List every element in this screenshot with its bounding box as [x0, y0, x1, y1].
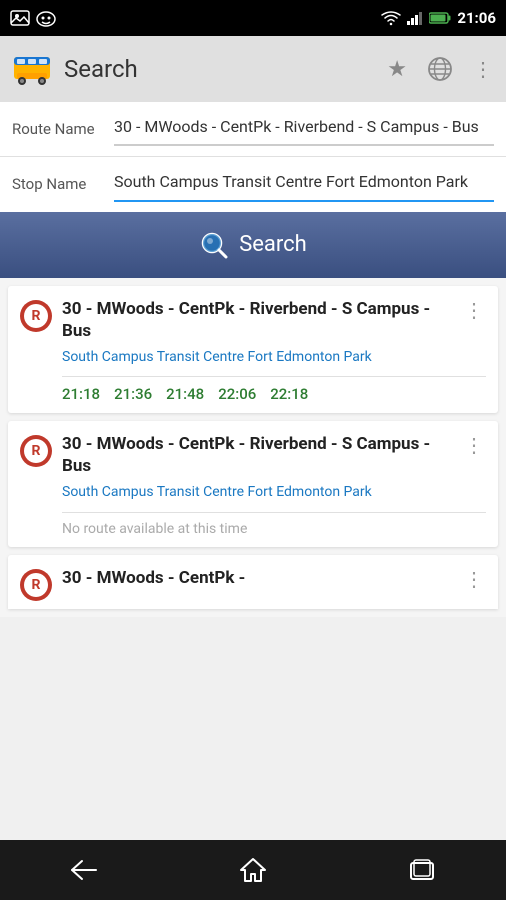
divider	[62, 376, 486, 377]
route-icon: R	[20, 435, 52, 467]
route-icon: R	[20, 569, 52, 601]
result-card-header: R 30 - MWoods - CentPk - Riverbend - S C…	[20, 433, 486, 477]
bus-icon	[12, 51, 52, 87]
nav-back-button[interactable]	[44, 850, 124, 890]
stop-name-row: Stop Name South Campus Transit Centre Fo…	[0, 157, 506, 211]
stop-label: Stop Name	[12, 171, 102, 193]
search-button[interactable]: Search	[0, 212, 506, 278]
result-card-partial: R 30 - MWoods - CentPk - ⋮	[8, 555, 498, 609]
route-label: Route Name	[12, 116, 102, 138]
time-value: 21:48	[166, 385, 204, 403]
app-bar-title: Search	[64, 55, 375, 83]
photo-icon	[10, 10, 30, 26]
nav-home-button[interactable]	[213, 850, 293, 890]
status-bar-right: 21:06	[381, 9, 496, 27]
globe-icon[interactable]	[427, 56, 453, 82]
more-options-icon[interactable]: ⋮	[473, 57, 494, 81]
no-route-text: No route available at this time	[62, 521, 486, 537]
stop-name: South Campus Transit Centre Fort Edmonto…	[62, 483, 486, 501]
time-value: 21:36	[114, 385, 152, 403]
app-bar-actions: ★ ⋮	[387, 56, 494, 82]
route-name: 30 - MWoods - CentPk - Riverbend - S Cam…	[62, 298, 452, 342]
app-bar: Search ★ ⋮	[0, 36, 506, 102]
form-area: Route Name 30 - MWoods - CentPk - Riverb…	[0, 102, 506, 212]
back-icon	[70, 859, 98, 881]
result-card: R 30 - MWoods - CentPk - Riverbend - S C…	[8, 286, 498, 413]
recent-apps-icon	[409, 859, 435, 881]
nav-bar	[0, 840, 506, 900]
search-button-label: Search	[239, 232, 307, 257]
nav-recent-button[interactable]	[382, 850, 462, 890]
stop-name: South Campus Transit Centre Fort Edmonto…	[62, 348, 486, 366]
status-bar: 21:06	[0, 0, 506, 36]
route-name-row: Route Name 30 - MWoods - CentPk - Riverb…	[0, 102, 506, 157]
status-bar-left	[10, 9, 56, 27]
signal-icon	[407, 11, 423, 25]
battery-icon	[429, 12, 451, 24]
divider	[62, 512, 486, 513]
stop-value: South Campus Transit Centre Fort Edmonto…	[114, 172, 468, 191]
more-icon[interactable]: ⋮	[462, 298, 486, 322]
stop-value-container[interactable]: South Campus Transit Centre Fort Edmonto…	[114, 171, 494, 201]
route-value: 30 - MWoods - CentPk - Riverbend - S Cam…	[114, 117, 479, 136]
time-value: 22:18	[270, 385, 308, 403]
favorites-icon[interactable]: ★	[387, 57, 407, 82]
result-card-header-partial: R 30 - MWoods - CentPk - ⋮	[20, 567, 486, 601]
route-name-partial: 30 - MWoods - CentPk -	[62, 567, 452, 589]
times-row: 21:18 21:36 21:48 22:06 22:18	[62, 385, 486, 403]
wifi-icon	[381, 10, 401, 26]
time-value: 22:06	[218, 385, 256, 403]
route-name: 30 - MWoods - CentPk - Riverbend - S Cam…	[62, 433, 452, 477]
more-icon[interactable]: ⋮	[462, 567, 486, 591]
result-card: R 30 - MWoods - CentPk - Riverbend - S C…	[8, 421, 498, 546]
home-icon	[239, 857, 267, 883]
more-icon[interactable]: ⋮	[462, 433, 486, 457]
result-card-header: R 30 - MWoods - CentPk - Riverbend - S C…	[20, 298, 486, 342]
status-time: 21:06	[457, 9, 496, 27]
results-area: R 30 - MWoods - CentPk - Riverbend - S C…	[0, 278, 506, 617]
route-value-container[interactable]: 30 - MWoods - CentPk - Riverbend - S Cam…	[114, 116, 494, 146]
route-icon: R	[20, 300, 52, 332]
time-value: 21:18	[62, 385, 100, 403]
search-icon	[199, 230, 229, 260]
game-icon	[36, 9, 56, 27]
